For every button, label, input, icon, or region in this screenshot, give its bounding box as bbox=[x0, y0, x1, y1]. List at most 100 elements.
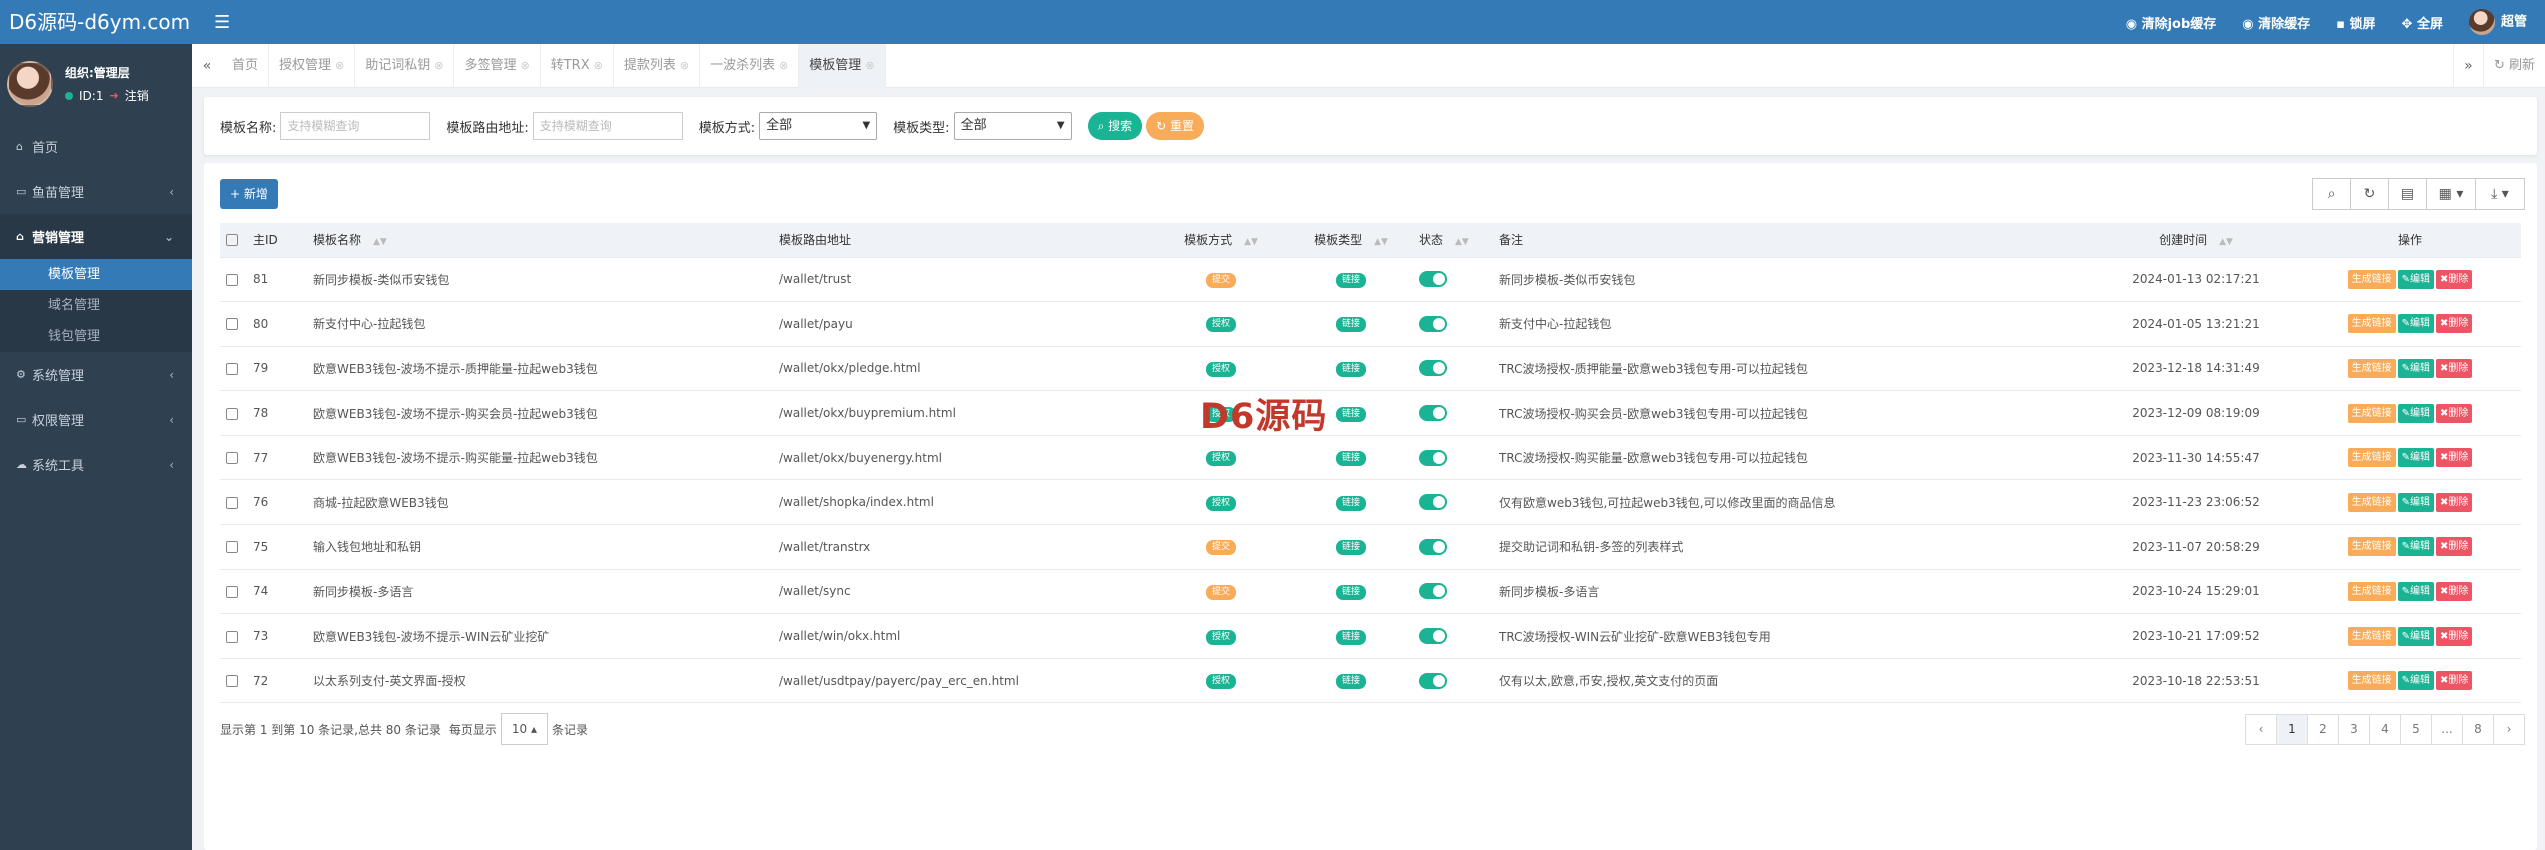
close-tab-icon[interactable]: ⊗ bbox=[521, 59, 530, 72]
template-method-select[interactable]: 全部 ▼ bbox=[759, 112, 878, 140]
export-icon[interactable]: ⤓ ▾ bbox=[2475, 178, 2525, 210]
row-checkbox[interactable] bbox=[226, 496, 238, 509]
generate-link-button[interactable]: 生成链接 bbox=[2347, 403, 2396, 423]
table-row[interactable]: 73 欧意WEB3钱包-波场不提示-WIN云矿业挖矿/wallet/win/okx… bbox=[220, 613, 2521, 659]
col-header-created[interactable]: 创建时间 ▲▼ bbox=[2093, 223, 2293, 258]
page-button-3[interactable]: 3 bbox=[2338, 714, 2370, 745]
status-toggle[interactable] bbox=[1419, 271, 1447, 288]
col-header-id[interactable]: 主ID bbox=[247, 223, 307, 258]
row-checkbox[interactable] bbox=[226, 452, 238, 465]
delete-button[interactable]: ✖删除 bbox=[2436, 626, 2473, 646]
close-tab-icon[interactable]: ⊗ bbox=[779, 59, 788, 72]
clear-cache-button[interactable]: ◉ 清除缓存 bbox=[2242, 13, 2310, 32]
reset-button[interactable]: ↻ 重置 bbox=[1146, 112, 1205, 140]
edit-button[interactable]: ✎编辑 bbox=[2397, 358, 2434, 378]
table-row[interactable]: 76 商城-拉起欧意WEB3钱包/wallet/shopka/index.html… bbox=[220, 479, 2521, 526]
delete-button[interactable]: ✖删除 bbox=[2436, 537, 2473, 557]
tab-7[interactable]: 模板管理 ⊗ bbox=[799, 43, 886, 88]
status-toggle[interactable] bbox=[1419, 583, 1447, 600]
search-toggle-icon[interactable]: ⌕ bbox=[2312, 178, 2351, 210]
generate-link-button[interactable]: 生成链接 bbox=[2347, 671, 2396, 691]
generate-link-button[interactable]: 生成链接 bbox=[2347, 581, 2396, 601]
page-button-5[interactable]: 5 bbox=[2400, 714, 2432, 745]
generate-link-button[interactable]: 生成链接 bbox=[2347, 358, 2396, 378]
generate-link-button[interactable]: 生成链接 bbox=[2347, 492, 2396, 512]
edit-button[interactable]: ✎编辑 bbox=[2397, 269, 2434, 289]
status-toggle[interactable] bbox=[1419, 628, 1447, 645]
delete-button[interactable]: ✖删除 bbox=[2436, 671, 2473, 691]
delete-button[interactable]: ✖删除 bbox=[2436, 314, 2473, 334]
edit-button[interactable]: ✎编辑 bbox=[2397, 403, 2434, 423]
refresh-icon[interactable]: ↻ bbox=[2350, 178, 2389, 210]
page-button-2[interactable]: 2 bbox=[2307, 714, 2339, 745]
generate-link-button[interactable]: 生成链接 bbox=[2347, 537, 2396, 557]
table-row[interactable]: 72 以太系列支付-英文界面-授权/wallet/usdtpay/payerc/p… bbox=[220, 658, 2521, 704]
menu-toggle-icon[interactable]: ☰ bbox=[214, 12, 230, 33]
close-tab-icon[interactable]: ⊗ bbox=[434, 59, 443, 72]
sidebar-subitem-2[interactable]: 钱包管理 bbox=[0, 321, 192, 352]
row-checkbox[interactable] bbox=[226, 273, 238, 286]
sidebar-item-5[interactable]: ☁ 系统工具 ‹ bbox=[0, 442, 192, 487]
generate-link-button[interactable]: 生成链接 bbox=[2347, 626, 2396, 646]
page-button-8[interactable]: › bbox=[2493, 714, 2525, 745]
sidebar-item-1[interactable]: ▭ 鱼苗管理 ‹ bbox=[0, 169, 192, 214]
tab-4[interactable]: 转TRX ⊗ bbox=[541, 43, 614, 88]
delete-button[interactable]: ✖删除 bbox=[2436, 492, 2473, 512]
status-toggle[interactable] bbox=[1419, 494, 1447, 511]
edit-button[interactable]: ✎编辑 bbox=[2397, 448, 2434, 468]
logout-icon[interactable]: ➜ bbox=[109, 89, 118, 102]
status-toggle[interactable] bbox=[1419, 405, 1447, 422]
delete-button[interactable]: ✖删除 bbox=[2436, 358, 2473, 378]
page-button-1[interactable]: 1 bbox=[2276, 714, 2308, 745]
template-name-input[interactable] bbox=[280, 112, 431, 140]
app-logo[interactable]: D6源码-d6ym.com bbox=[0, 0, 192, 44]
table-row[interactable]: 75 输入钱包地址和私钥/wallet/transtrx 提交 链接 提交助记词和私钥-… bbox=[220, 524, 2521, 570]
select-all-checkbox[interactable] bbox=[226, 234, 238, 247]
edit-button[interactable]: ✎编辑 bbox=[2397, 581, 2434, 601]
edit-button[interactable]: ✎编辑 bbox=[2397, 314, 2434, 334]
table-row[interactable]: 78 欧意WEB3钱包-波场不提示-购买会员-拉起web3钱包/wallet/ok… bbox=[220, 390, 2521, 436]
generate-link-button[interactable]: 生成链接 bbox=[2347, 448, 2396, 468]
col-header-name[interactable]: 模板名称 ▲▼ bbox=[307, 223, 773, 258]
sidebar-item-3[interactable]: ⚙ 系统管理 ‹ bbox=[0, 352, 192, 397]
search-button[interactable]: ⌕ 搜索 bbox=[1087, 112, 1143, 140]
status-toggle[interactable] bbox=[1419, 538, 1447, 555]
row-checkbox[interactable] bbox=[226, 362, 238, 375]
tab-2[interactable]: 助记词私钥 ⊗ bbox=[355, 43, 455, 88]
status-toggle[interactable] bbox=[1419, 360, 1447, 377]
sidebar-item-4[interactable]: ▭ 权限管理 ‹ bbox=[0, 397, 192, 442]
close-tab-icon[interactable]: ⊗ bbox=[865, 59, 874, 72]
page-button-4[interactable]: 4 bbox=[2369, 714, 2401, 745]
refresh-button[interactable]: ↻ 刷新 bbox=[2482, 43, 2545, 88]
row-checkbox[interactable] bbox=[226, 630, 238, 643]
fullscreen-button[interactable]: ✥ 全屏 bbox=[2402, 13, 2443, 32]
table-row[interactable]: 79 欧意WEB3钱包-波场不提示-质押能量-拉起web3钱包/wallet/ok… bbox=[220, 346, 2521, 392]
template-route-input[interactable] bbox=[532, 112, 683, 140]
lock-screen-button[interactable]: ▪ 锁屏 bbox=[2336, 13, 2375, 32]
clear-job-cache-button[interactable]: ◉ 清除job缓存 bbox=[2126, 13, 2217, 32]
delete-button[interactable]: ✖删除 bbox=[2436, 448, 2473, 468]
close-tab-icon[interactable]: ⊗ bbox=[680, 59, 689, 72]
table-row[interactable]: 80 新支付中心-拉起钱包/wallet/payu 授权 链接 新支付中心-拉起钱包 20… bbox=[220, 301, 2521, 347]
page-button-7[interactable]: 8 bbox=[2462, 714, 2494, 745]
generate-link-button[interactable]: 生成链接 bbox=[2347, 314, 2396, 334]
add-button[interactable]: + 新增 bbox=[220, 179, 278, 209]
sidebar-subitem-0[interactable]: 模板管理 bbox=[0, 259, 192, 290]
tabs-scroll-right-icon[interactable]: » bbox=[2452, 43, 2483, 88]
columns-icon[interactable]: ▦ ▾ bbox=[2426, 178, 2476, 210]
sidebar-item-2[interactable]: ⌂ 营销管理 ⌄ bbox=[0, 214, 192, 259]
page-button-0[interactable]: ‹ bbox=[2245, 714, 2277, 745]
row-checkbox[interactable] bbox=[226, 318, 238, 331]
edit-button[interactable]: ✎编辑 bbox=[2397, 671, 2434, 691]
col-header-type[interactable]: 模板类型 ▲▼ bbox=[1283, 223, 1413, 258]
tabs-scroll-left-icon[interactable]: « bbox=[192, 58, 222, 74]
generate-link-button[interactable]: 生成链接 bbox=[2347, 269, 2396, 289]
table-row[interactable]: 77 欧意WEB3钱包-波场不提示-购买能量-拉起web3钱包/wallet/ok… bbox=[220, 435, 2521, 481]
page-size-dropdown[interactable]: 10 ▴ bbox=[500, 713, 549, 745]
row-checkbox[interactable] bbox=[226, 675, 238, 688]
delete-button[interactable]: ✖删除 bbox=[2436, 581, 2473, 601]
edit-button[interactable]: ✎编辑 bbox=[2397, 492, 2434, 512]
page-button-6[interactable]: ... bbox=[2431, 714, 2463, 745]
col-header-status[interactable]: 状态 ▲▼ bbox=[1413, 223, 1493, 258]
tab-6[interactable]: 一波杀列表 ⊗ bbox=[700, 43, 800, 88]
